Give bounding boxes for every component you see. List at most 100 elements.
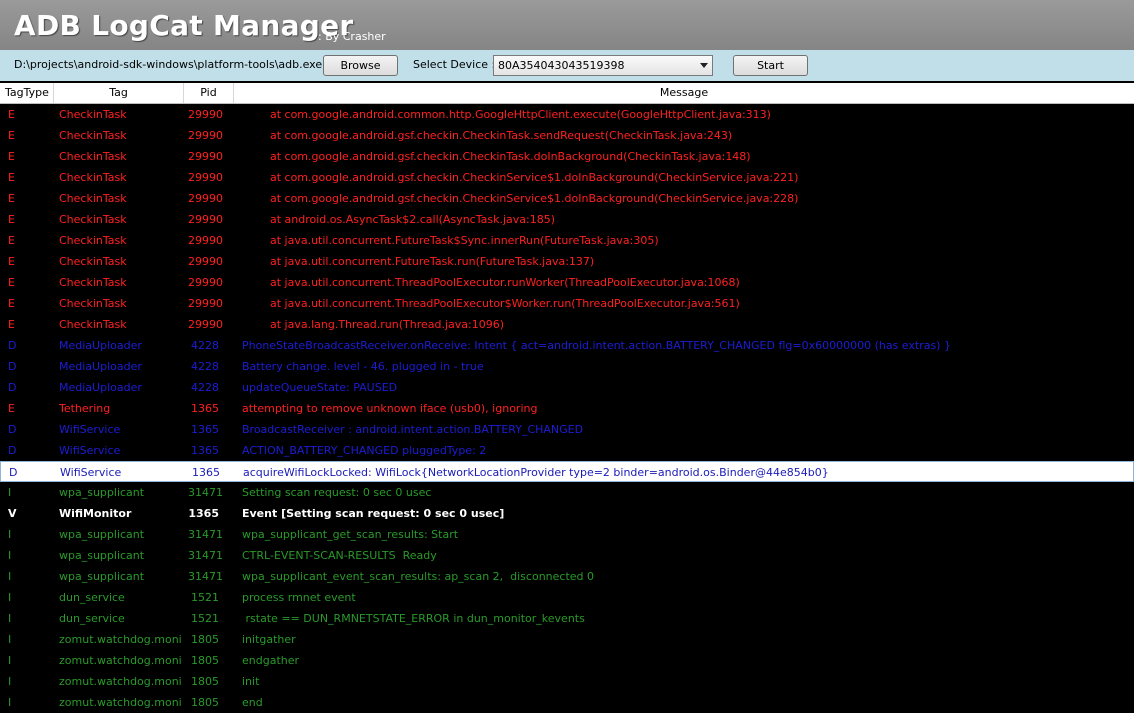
- app-title: ADB LogCat Manager: [14, 9, 354, 42]
- log-message: Event [Setting scan request: 0 sec 0 use…: [242, 507, 505, 520]
- log-tagtype: E: [8, 192, 15, 205]
- log-tagtype: I: [8, 633, 12, 646]
- log-row[interactable]: E CheckinTask 29990 at com.google.android.…: [0, 125, 1134, 146]
- log-pid: 1805: [191, 654, 219, 667]
- log-row[interactable]: Idun_service 1521 rstate == DUN_RMNETSTAT…: [0, 608, 1134, 629]
- log-tagtype: D: [8, 339, 17, 352]
- log-row[interactable]: E Tethering 1365 attempting to remove unkno…: [0, 398, 1134, 419]
- log-message: rstate == DUN_RMNETSTATE_ERROR in dun_mo…: [242, 612, 585, 625]
- log-row[interactable]: E CheckinTask 29990 at java.util.concurren…: [0, 272, 1134, 293]
- log-pid: 1365: [191, 423, 219, 436]
- log-pid: 1805: [191, 633, 219, 646]
- app-byline: : By Crasher: [318, 30, 386, 43]
- log-pid: 31471: [188, 528, 223, 541]
- log-row[interactable]: Iwpa_supplicant 31471 wpa_supplicant_event…: [0, 566, 1134, 587]
- log-row[interactable]: Izomut.watchdog.moni 1805 endgather: [0, 650, 1134, 671]
- log-tag: CheckinTask: [59, 129, 127, 142]
- log-tagtype: D: [9, 466, 18, 479]
- log-tagtype: E: [8, 318, 15, 331]
- log-row[interactable]: D MediaUploader 4228 Battery change. level …: [0, 356, 1134, 377]
- log-pid: 29990: [188, 150, 223, 163]
- log-pid: 1365: [191, 402, 219, 415]
- log-tag: dun_service: [59, 612, 125, 625]
- log-row[interactable]: Izomut.watchdog.moni 1805 end: [0, 692, 1134, 713]
- log-message: at android.os.AsyncTask$2.call(AsyncTask…: [242, 213, 555, 226]
- log-row[interactable]: Izomut.watchdog.moni 1805 init: [0, 671, 1134, 692]
- log-tagtype: I: [8, 612, 12, 625]
- log-row[interactable]: D MediaUploader 4228 PhoneStateBroadcastRec…: [0, 335, 1134, 356]
- log-row[interactable]: E CheckinTask 29990 at java.lang.Thread.ru…: [0, 314, 1134, 335]
- log-row[interactable]: Iwpa_supplicant 31471 wpa_supplicant_get_s…: [0, 524, 1134, 545]
- log-row[interactable]: E CheckinTask 29990 at com.google.android.…: [0, 167, 1134, 188]
- log-tag: dun_service: [59, 591, 125, 604]
- log-row[interactable]: Iwpa_supplicant 31471 CTRL-EVENT-SCAN-RESU…: [0, 545, 1134, 566]
- log-tagtype: E: [8, 171, 15, 184]
- log-row[interactable]: E CheckinTask 29990 at java.util.concurren…: [0, 251, 1134, 272]
- log-pid: 29990: [188, 297, 223, 310]
- device-select[interactable]: 80A354043043519398: [493, 55, 713, 76]
- adb-path-text: D:\projects\android-sdk-windows\platform…: [14, 58, 323, 71]
- start-button[interactable]: Start: [733, 55, 808, 76]
- header-message[interactable]: Message: [234, 83, 1134, 103]
- log-tag: wpa_supplicant: [59, 570, 145, 583]
- log-message: init: [242, 675, 260, 688]
- log-row[interactable]: Iwpa_supplicant 31471 Setting scan request…: [0, 482, 1134, 503]
- log-pid: 29990: [188, 234, 223, 247]
- log-pid: 29990: [188, 108, 223, 121]
- log-pid: 31471: [188, 486, 223, 499]
- device-select-value: 80A354043043519398: [498, 59, 625, 72]
- log-pid: 1805: [191, 675, 219, 688]
- log-pid: 4228: [191, 360, 219, 373]
- log-row[interactable]: D WifiService 1365 ACTION_BATTERY_CHANGED p…: [0, 440, 1134, 461]
- log-message: initgather: [242, 633, 296, 646]
- log-pid: 1365: [188, 507, 219, 520]
- log-tag: zomut.watchdog.moni: [59, 633, 182, 646]
- log-row[interactable]: D WifiService 1365 BroadcastReceiver : andr…: [0, 419, 1134, 440]
- log-tagtype: I: [8, 549, 12, 562]
- log-pid: 31471: [188, 549, 223, 562]
- log-row[interactable]: Idun_service 1521 process rmnet event: [0, 587, 1134, 608]
- log-pid: 29990: [188, 192, 223, 205]
- log-row[interactable]: D WifiService 1365 acquireWifiLockLocked: W…: [0, 461, 1134, 482]
- log-pid: 1521: [191, 591, 219, 604]
- log-tag: CheckinTask: [59, 192, 127, 205]
- log-tagtype: I: [8, 486, 12, 499]
- log-row[interactable]: E CheckinTask 29990 at com.google.android.…: [0, 146, 1134, 167]
- log-pid: 29990: [188, 213, 223, 226]
- log-row[interactable]: V WifiMonitor 1365 Event [Setting scan requ…: [0, 503, 1134, 524]
- log-pid: 29990: [188, 276, 223, 289]
- log-row[interactable]: E CheckinTask 29990 at com.google.android.…: [0, 188, 1134, 209]
- log-pid: 29990: [188, 129, 223, 142]
- log-pid: 1805: [191, 696, 219, 709]
- log-tagtype: E: [8, 234, 15, 247]
- log-tag: CheckinTask: [59, 297, 127, 310]
- log-pid: 1365: [191, 444, 219, 457]
- log-row[interactable]: E CheckinTask 29990 at java.util.concurren…: [0, 230, 1134, 251]
- log-tagtype: E: [8, 276, 15, 289]
- log-tag: wpa_supplicant: [59, 486, 145, 499]
- log-message: PhoneStateBroadcastReceiver.onReceive: I…: [242, 339, 951, 352]
- log-message: CTRL-EVENT-SCAN-RESULTS Ready: [242, 549, 437, 562]
- log-row[interactable]: D MediaUploader 4228 updateQueueState: PAUS…: [0, 377, 1134, 398]
- log-tagtype: I: [8, 591, 12, 604]
- header-pid[interactable]: Pid: [184, 83, 234, 103]
- log-row[interactable]: E CheckinTask 29990 at com.google.android.…: [0, 104, 1134, 125]
- header-tag[interactable]: Tag: [54, 83, 184, 103]
- log-tagtype: D: [8, 381, 17, 394]
- log-tag: MediaUploader: [59, 381, 142, 394]
- log-row[interactable]: E CheckinTask 29990 at java.util.concurren…: [0, 293, 1134, 314]
- header-tagtype[interactable]: TagType: [0, 83, 54, 103]
- log-message: acquireWifiLockLocked: WifiLock{NetworkL…: [243, 466, 829, 479]
- log-tagtype: I: [8, 696, 12, 709]
- log-row[interactable]: E CheckinTask 29990 at android.os.AsyncTas…: [0, 209, 1134, 230]
- log-tag: WifiService: [60, 466, 122, 479]
- log-tag: CheckinTask: [59, 150, 127, 163]
- chevron-down-icon[interactable]: [700, 63, 708, 68]
- browse-button[interactable]: Browse: [323, 55, 398, 76]
- log-pid: 4228: [191, 339, 219, 352]
- log-tagtype: D: [8, 360, 17, 373]
- log-row[interactable]: Izomut.watchdog.moni 1805 initgather: [0, 629, 1134, 650]
- log-list[interactable]: E CheckinTask 29990 at com.google.android.…: [0, 104, 1134, 713]
- log-tag: CheckinTask: [59, 276, 127, 289]
- log-message: at com.google.android.gsf.checkin.Checki…: [242, 150, 751, 163]
